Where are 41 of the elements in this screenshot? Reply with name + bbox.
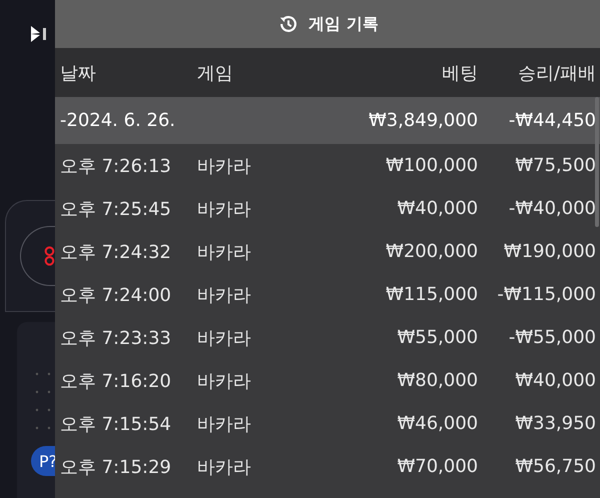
result-cell-text: ₩75,500	[514, 155, 596, 176]
game-cell-text: 바카라	[197, 412, 252, 436]
column-header: 날짜	[60, 62, 97, 84]
result-cell-text: -₩40,000	[508, 198, 596, 219]
result-total-cell-text: -₩44,450	[508, 110, 596, 131]
date-group-row[interactable]: -2024. 6. 26. ₩3,849,000 -₩44,450	[55, 97, 600, 144]
game-cell-text: 바카라	[197, 284, 252, 306]
bet-cell-text: ₩200,000	[384, 241, 478, 262]
game-cell-text: 바카라	[197, 240, 252, 264]
result-cell-text: ₩40,000	[514, 370, 596, 391]
time-cell-text: 오후 7:16:20	[60, 370, 172, 392]
date-cell-text: -2024. 6. 26.	[60, 110, 176, 131]
result-cell-text: -₩115,000	[496, 284, 596, 305]
game-cell-text: 바카라	[197, 326, 252, 350]
column-header: 베팅	[441, 62, 478, 84]
time-cell-text: 오후 7:26:13	[60, 154, 172, 178]
time-cell-text: 오후 7:25:45	[60, 198, 172, 220]
bet-total-cell-text: ₩3,849,000	[368, 110, 478, 131]
bet-cell-text: ₩40,000	[396, 198, 478, 219]
panel-title: 게임 기록	[308, 14, 378, 34]
bet-cell-text: ₩100,000	[384, 155, 478, 176]
result-cell-text: ₩56,750	[514, 456, 596, 477]
game-cell-text: 바카라	[197, 198, 252, 220]
time-cell-text: 오후 7:24:32	[60, 240, 172, 264]
bet-cell-text: ₩70,000	[396, 456, 478, 477]
result-cell-text: ₩190,000	[502, 241, 596, 262]
time-cell-text: 오후 7:24:00	[60, 284, 172, 306]
bet-cell-text: ₩115,000	[384, 284, 478, 305]
bet-cell-text: ₩46,000	[396, 413, 478, 434]
scroll-bar[interactable]	[595, 97, 599, 227]
time-cell-text: 오후 7:15:54	[60, 412, 172, 436]
result-cell-text: ₩33,950	[514, 413, 596, 434]
game-cell-text: 바카라	[197, 370, 252, 392]
bet-cell-text: ₩80,000	[396, 370, 478, 391]
time-cell-text: 오후 7:23:33	[60, 326, 172, 350]
bet-cell-text: ₩55,000	[396, 327, 478, 348]
column-header: 게임	[197, 62, 234, 84]
column-header: 승리/패배	[516, 62, 596, 84]
game-cell-text: 바카라	[197, 456, 252, 478]
result-cell-text: -₩55,000	[508, 327, 596, 348]
game-cell-text: 바카라	[197, 154, 252, 178]
